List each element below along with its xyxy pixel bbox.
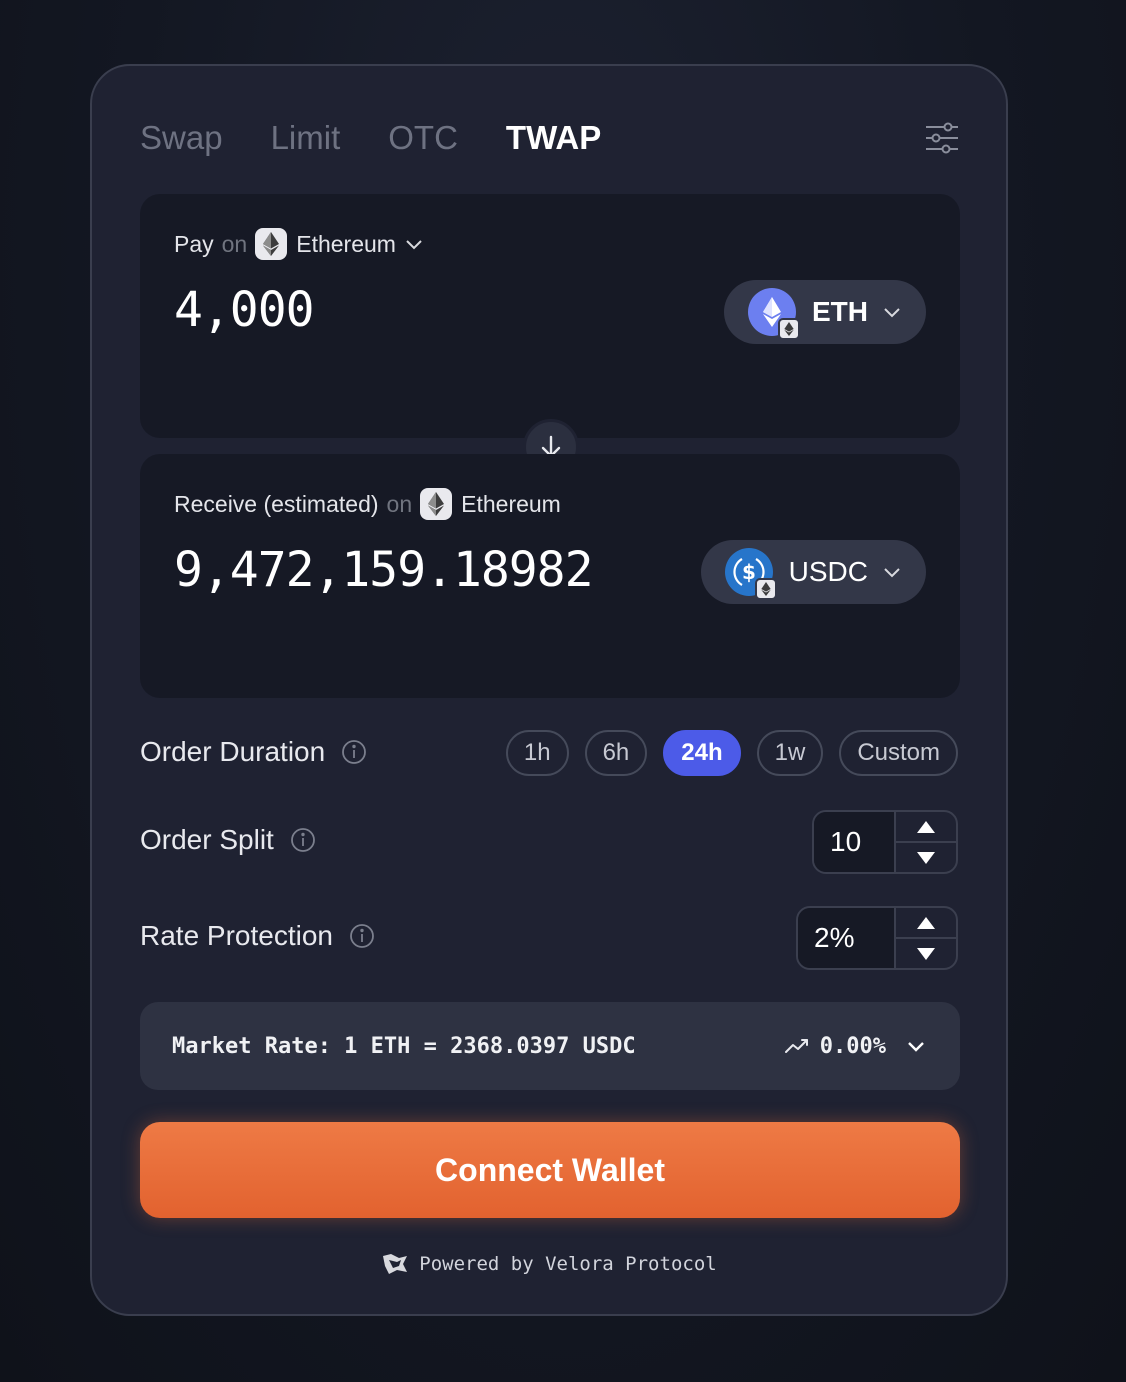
- info-icon[interactable]: [290, 827, 316, 853]
- ethereum-network-icon: [255, 228, 288, 260]
- receive-on-label: on: [386, 490, 413, 517]
- duration-1h-button[interactable]: 1h: [505, 730, 569, 776]
- pay-token-symbol: ETH: [812, 296, 868, 327]
- ethereum-badge-icon: [754, 578, 777, 600]
- tab-limit[interactable]: Limit: [271, 116, 341, 160]
- pay-on-label: on: [221, 230, 248, 257]
- decrement-button[interactable]: [896, 939, 956, 968]
- order-split-input[interactable]: [814, 812, 894, 872]
- decrement-button[interactable]: [896, 843, 956, 872]
- tab-otc[interactable]: OTC: [388, 116, 458, 160]
- powered-by-text: Powered by Velora Protocol: [419, 1253, 717, 1275]
- market-rate-text: Market Rate: 1 ETH = 2368.0397 USDC: [172, 1033, 636, 1059]
- powered-by-footer: Powered by Velora Protocol: [92, 1252, 1006, 1276]
- duration-1w-button[interactable]: 1w: [756, 730, 824, 776]
- increment-button[interactable]: [896, 908, 956, 939]
- order-duration-label: Order Duration: [140, 736, 326, 767]
- tab-swap[interactable]: Swap: [140, 116, 223, 160]
- caret-down-icon: [917, 947, 935, 960]
- chevron-down-icon[interactable]: [404, 234, 424, 254]
- receive-token-symbol: USDC: [788, 556, 868, 587]
- receive-panel: Receive (estimated) on Ethereum $ USDC: [140, 454, 960, 698]
- pay-panel: Pay on Ethereum ETH: [140, 194, 960, 438]
- caret-down-icon: [917, 851, 935, 864]
- market-rate-toggle[interactable]: 0.00%: [784, 1034, 928, 1059]
- ethereum-network-icon: [420, 488, 453, 520]
- receive-amount-output: [174, 542, 654, 598]
- rate-protection-row: Rate Protection: [140, 920, 375, 952]
- pay-label: Pay: [174, 230, 214, 257]
- pay-token-selector[interactable]: ETH: [724, 280, 926, 344]
- caret-up-icon: [917, 820, 935, 833]
- rate-protection-input[interactable]: [798, 908, 894, 968]
- info-icon[interactable]: [341, 739, 367, 765]
- tab-twap[interactable]: TWAP: [506, 116, 601, 160]
- velora-logo-icon: [383, 1254, 408, 1274]
- market-rate-change: 0.00%: [819, 1033, 886, 1059]
- svg-text:$: $: [742, 560, 756, 584]
- settings-sliders-icon[interactable]: [924, 120, 960, 156]
- market-rate-box: Market Rate: 1 ETH = 2368.0397 USDC 0.00…: [140, 1002, 960, 1090]
- swap-card: Swap Limit OTC TWAP Pay on Ethereum 4,00…: [90, 64, 1008, 1316]
- order-split-label: Order Split: [140, 824, 274, 855]
- chevron-down-icon: [884, 308, 900, 318]
- receive-network-name[interactable]: Ethereum: [461, 491, 561, 518]
- caret-up-icon: [917, 916, 935, 929]
- receive-token-selector[interactable]: $ USDC: [700, 540, 926, 604]
- pay-network-name[interactable]: Ethereum: [296, 231, 396, 258]
- mode-tabs: Swap Limit OTC TWAP: [140, 116, 601, 160]
- receive-network-row: Receive (estimated) on Ethereum: [174, 488, 561, 520]
- trend-line-icon: [784, 1039, 808, 1053]
- order-split-stepper: [812, 810, 958, 874]
- order-duration-row: Order Duration: [140, 736, 367, 768]
- duration-6h-button[interactable]: 6h: [584, 730, 648, 776]
- chevron-down-icon: [908, 1042, 924, 1052]
- duration-options: 1h 6h 24h 1w Custom: [505, 730, 958, 776]
- eth-token-icon: [748, 288, 800, 340]
- increment-button[interactable]: [896, 812, 956, 843]
- duration-custom-button[interactable]: Custom: [839, 730, 958, 776]
- ethereum-badge-icon: [778, 318, 800, 340]
- receive-label: Receive (estimated): [174, 490, 379, 517]
- rate-protection-label: Rate Protection: [140, 920, 333, 951]
- chevron-down-icon: [884, 568, 900, 578]
- pay-network-row: Pay on Ethereum: [174, 228, 424, 260]
- pay-amount-input[interactable]: [174, 282, 654, 338]
- connect-wallet-button[interactable]: Connect Wallet: [140, 1122, 960, 1218]
- info-icon[interactable]: [349, 923, 375, 949]
- usdc-token-icon: $: [724, 548, 777, 600]
- rate-protection-stepper: [796, 906, 958, 970]
- order-split-row: Order Split: [140, 824, 316, 856]
- duration-24h-button[interactable]: 24h: [663, 730, 741, 776]
